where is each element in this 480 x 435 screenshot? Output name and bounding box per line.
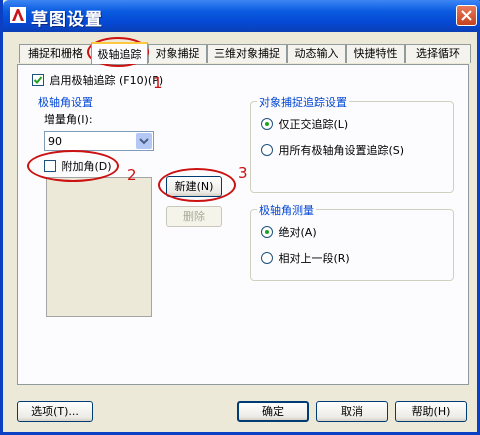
relative-last-segment-radio[interactable] <box>261 252 273 264</box>
relative-last-segment-option[interactable]: 相对上一段(R) <box>261 250 350 266</box>
tab-polar-tracking[interactable]: 极轴追踪 <box>91 42 148 64</box>
cancel-button[interactable]: 取消 <box>316 401 388 422</box>
enable-polar-checkbox[interactable] <box>32 74 44 86</box>
drafting-settings-dialog: 草图设置 捕捉和栅格 极轴追踪 对象捕捉 三维对象捕捉 动态输入 快捷特性 选择… <box>0 0 480 435</box>
autocad-a-icon <box>10 7 26 23</box>
object-snap-tracking-title: 对象捕捉追踪设置 <box>257 94 349 110</box>
all-polar-tracking-option[interactable]: 用所有极轴角设置追踪(S) <box>261 142 404 158</box>
annotation-number-3: 3 <box>238 164 248 182</box>
help-button[interactable]: 帮助(H) <box>395 401 467 422</box>
tab-dynamic-input[interactable]: 动态输入 <box>287 44 346 63</box>
tab-3d-object-snap[interactable]: 三维对象捕捉 <box>207 44 287 63</box>
title-bar[interactable]: 草图设置 <box>3 0 480 32</box>
all-polar-tracking-radio[interactable] <box>261 144 273 156</box>
increment-angle-value: 90 <box>48 135 62 148</box>
enable-polar-label: 启用极轴追踪 (F10)(P) <box>49 74 164 87</box>
annotation-number-2: 2 <box>127 166 137 184</box>
close-x-icon <box>461 10 472 21</box>
absolute-option[interactable]: 绝对(A) <box>261 224 317 240</box>
all-polar-tracking-label: 用所有极轴角设置追踪(S) <box>278 144 405 157</box>
polar-tracking-panel: 启用极轴追踪 (F10)(P) 极轴角设置 增量角(I): 90 附加角(D) … <box>17 64 469 385</box>
options-button[interactable]: 选项(T)... <box>17 401 93 422</box>
delete-button[interactable]: 删除 <box>166 206 222 227</box>
orthogonal-tracking-option[interactable]: 仅正交追踪(L) <box>261 116 348 132</box>
annotation-ellipse-new <box>158 168 236 202</box>
window-title: 草图设置 <box>31 10 103 30</box>
polar-angle-measurement-group: 极轴角测量 绝对(A) 相对上一段(R) <box>250 202 454 281</box>
annotation-number-1: 1 <box>153 74 163 92</box>
increment-angle-select[interactable]: 90 <box>44 131 154 151</box>
tab-selection-cycling[interactable]: 选择循环 <box>405 44 471 63</box>
polar-angle-measurement-title: 极轴角测量 <box>257 202 316 218</box>
polar-angle-group: 极轴角设置 增量角(I): 90 附加角(D) 新建(N) 删除 <box>36 96 240 376</box>
enable-polar-row[interactable]: 启用极轴追踪 (F10)(P) <box>32 72 163 88</box>
tab-object-snap[interactable]: 对象捕捉 <box>148 44 207 63</box>
relative-last-segment-label: 相对上一段(R) <box>278 252 350 265</box>
orthogonal-tracking-label: 仅正交追踪(L) <box>278 118 349 131</box>
object-snap-tracking-group: 对象捕捉追踪设置 仅正交追踪(L) 用所有极轴角设置追踪(S) <box>250 94 454 193</box>
absolute-label: 绝对(A) <box>278 226 317 239</box>
tab-snap-grid[interactable]: 捕捉和栅格 <box>19 44 92 63</box>
checkmark-icon <box>33 76 43 84</box>
additional-angle-list[interactable] <box>46 177 152 317</box>
chevron-down-icon <box>139 138 149 145</box>
ok-button[interactable]: 确定 <box>237 401 309 422</box>
tab-quick-properties[interactable]: 快捷特性 <box>346 44 405 63</box>
absolute-radio[interactable] <box>261 226 273 238</box>
orthogonal-tracking-radio[interactable] <box>261 118 273 130</box>
close-button[interactable] <box>456 5 477 26</box>
increment-angle-label: 增量角(I): <box>44 113 93 126</box>
polar-angle-group-title: 极轴角设置 <box>38 96 93 109</box>
annotation-ellipse-additional <box>27 150 119 182</box>
dropdown-button[interactable] <box>136 133 152 149</box>
